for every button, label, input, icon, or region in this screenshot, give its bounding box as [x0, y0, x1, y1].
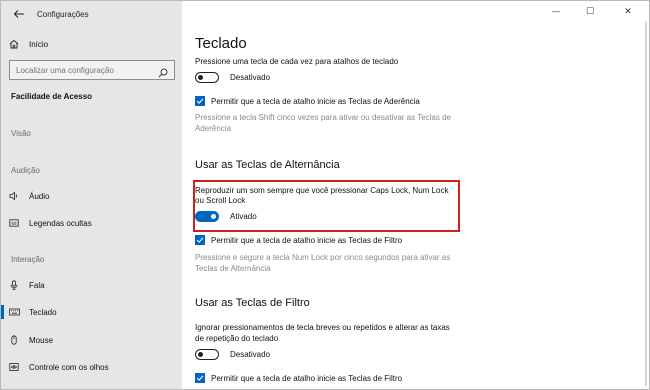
sticky-desc: Pressione uma tecla de cada vez para ata…	[195, 57, 399, 66]
sidebar-item-label: Início	[29, 39, 49, 49]
highlight-box	[193, 180, 460, 232]
checkbox-checked[interactable]	[195, 96, 205, 106]
captions-icon	[9, 218, 27, 228]
toggle-keys-hint-line1: Pressione e segure a tecla Num Lock por …	[195, 253, 451, 262]
sidebar-item-mouse[interactable]: Mouse	[1, 330, 182, 350]
window-title: Configurações	[37, 9, 89, 19]
sidebar-item-speech[interactable]: Fala	[1, 275, 182, 295]
sidebar-item-label: Fala	[29, 280, 45, 290]
filter-keys-desc-line1: Ignorar pressionamentos de tecla breves …	[195, 323, 450, 332]
mouse-icon	[9, 335, 27, 345]
checkbox-label: Permitir que a tecla de atalho inicie as…	[211, 235, 403, 245]
checkbox-label: Permitir que a tecla de atalho inicie as…	[211, 373, 403, 383]
toggle-keys-heading: Usar as Teclas de Alternância	[195, 159, 340, 171]
sidebar-item-keyboard[interactable]: Teclado	[1, 302, 182, 322]
filter-keys-toggle[interactable]	[195, 349, 219, 360]
toggle-knob	[198, 74, 203, 80]
filter-keys-toggle-row[interactable]: Desativado	[195, 349, 270, 360]
scrollbar[interactable]	[645, 21, 647, 386]
back-arrow-icon[interactable]	[13, 8, 25, 20]
toggle-knob	[198, 351, 203, 357]
toggle-keys-hint-line2: Teclas de Alternância	[195, 264, 271, 273]
sidebar-item-eye-control[interactable]: Controle com os olhos	[1, 357, 182, 377]
eye-control-icon	[9, 362, 27, 372]
sticky-hint-line1: Pressione a tecla Shift cinco vezes para…	[195, 113, 451, 122]
sidebar-item-label: Legendas ocultas	[29, 218, 92, 228]
group-label-vision: Visão	[11, 129, 31, 138]
sidebar-item-label: Teclado	[29, 307, 57, 317]
sticky-toggle[interactable]	[195, 72, 219, 83]
sticky-toggle-row[interactable]: Desativado	[195, 72, 270, 83]
home-icon	[9, 39, 27, 49]
titlebar: Configurações	[13, 8, 89, 20]
toggle-label: Desativado	[230, 350, 271, 359]
sidebar-item-captions[interactable]: Legendas ocultas	[1, 213, 182, 233]
sticky-hint-line2: Aderência	[195, 124, 232, 133]
microphone-icon	[9, 280, 27, 290]
settings-window: Configurações Início Facilidade de Acess…	[0, 0, 650, 390]
checkbox-checked[interactable]	[195, 373, 205, 383]
group-label-interaction: Interação	[11, 255, 45, 264]
filter-keys-shortcut-checkbox-row[interactable]: Permitir que a tecla de atalho inicie as…	[195, 373, 402, 383]
filter-keys-desc-line2: de repetição do teclado	[195, 334, 279, 343]
filter-keys-heading: Usar as Teclas de Filtro	[195, 297, 310, 309]
sidebar-item-label: Controle com os olhos	[29, 362, 109, 372]
page-title: Teclado	[195, 35, 247, 52]
sidebar: Configurações Início Facilidade de Acess…	[1, 1, 182, 389]
search-icon[interactable]	[158, 65, 168, 83]
sticky-shortcut-checkbox-row[interactable]: Permitir que a tecla de atalho inicie as…	[195, 96, 420, 106]
toggle-keys-shortcut-checkbox-row[interactable]: Permitir que a tecla de atalho inicie as…	[195, 235, 402, 245]
keyboard-icon	[9, 307, 27, 317]
group-label-hearing: Audição	[11, 166, 40, 175]
section-title: Facilidade de Acesso	[11, 92, 93, 101]
sidebar-item-label: Áudio	[29, 191, 50, 201]
search-box[interactable]	[9, 60, 175, 80]
speaker-icon	[9, 191, 27, 201]
sidebar-item-audio[interactable]: Áudio	[1, 186, 182, 206]
toggle-label: Desativado	[230, 73, 271, 82]
sidebar-item-home[interactable]: Início	[1, 34, 182, 54]
checkbox-label: Permitir que a tecla de atalho inicie as…	[211, 96, 420, 106]
search-input[interactable]	[10, 65, 150, 75]
checkbox-checked[interactable]	[195, 235, 205, 245]
sidebar-item-label: Mouse	[29, 335, 54, 345]
